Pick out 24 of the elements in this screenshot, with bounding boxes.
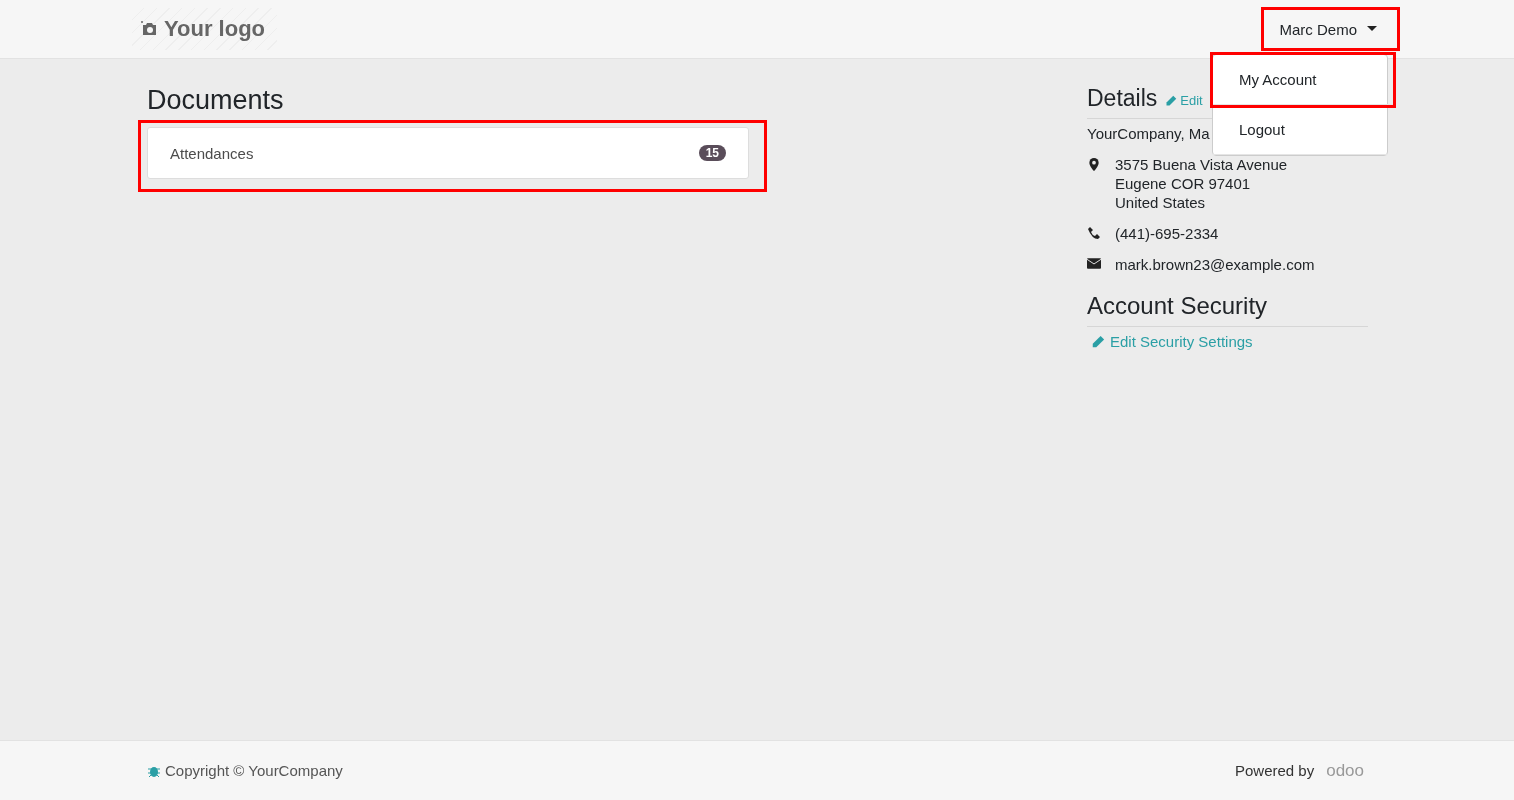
phone-number: (441)-695-2334 (1115, 224, 1219, 243)
company-name: YourCompany, Ma (1087, 125, 1210, 142)
menu-item[interactable]: My Account (1213, 55, 1393, 105)
brand-logo: odoo (1326, 760, 1364, 781)
email-address: mark.brown23@example.com (1115, 255, 1315, 274)
document-item[interactable]: Attendances 15 (147, 127, 749, 179)
section-title: Details (1087, 85, 1158, 112)
document-label: Attendances (170, 144, 254, 162)
phone-icon (1088, 227, 1100, 239)
user-menu-button[interactable]: Marc Demo (1261, 7, 1400, 51)
pencil-icon (1165, 94, 1178, 107)
section-title: Documents (147, 85, 285, 116)
powered-by-text: Powered by odoo (1234, 760, 1364, 781)
envelope-icon (1087, 258, 1101, 269)
map-pin-icon (1089, 158, 1099, 171)
camera-icon (140, 21, 158, 37)
address: 3575 Buena Vista Avenue Eugene COR 97401 United States (1115, 155, 1288, 212)
count-badge: 15 (698, 145, 726, 161)
menu-item[interactable]: Logout (1213, 105, 1387, 155)
caret-icon (1367, 26, 1377, 32)
copyright-text: Copyright © YourCompany (147, 762, 343, 779)
pencil-icon (1091, 334, 1105, 349)
logo[interactable]: Your logo (132, 8, 278, 50)
section-title: Account Security (1087, 292, 1268, 320)
